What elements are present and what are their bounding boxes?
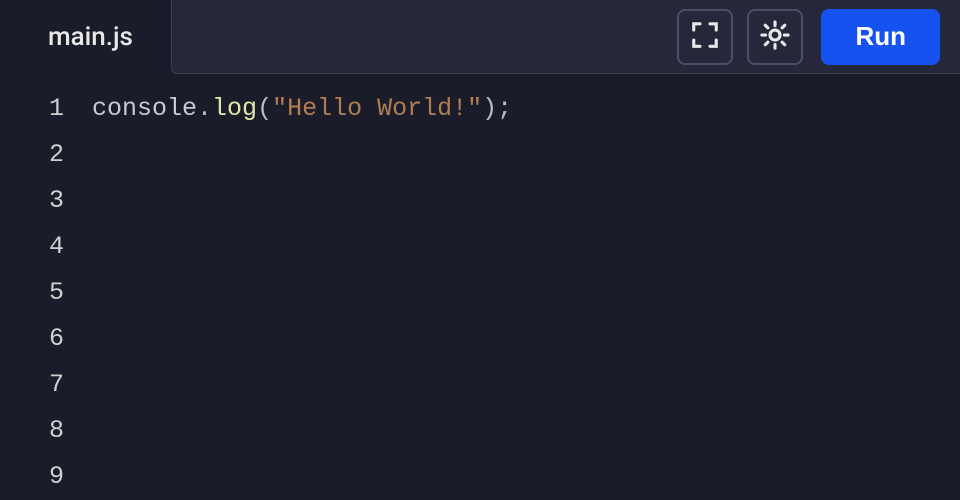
code-line[interactable] [92, 316, 960, 362]
code-line[interactable] [92, 178, 960, 224]
file-tab[interactable]: main.js [0, 0, 171, 74]
line-number: 5 [0, 270, 64, 316]
code-token: "Hello World!" [272, 94, 482, 123]
line-number: 4 [0, 224, 64, 270]
line-gutter: 123456789 [0, 86, 88, 500]
run-button[interactable]: Run [821, 9, 940, 65]
line-number: 3 [0, 178, 64, 224]
code-token: console [92, 94, 197, 123]
code-line[interactable] [92, 408, 960, 454]
fullscreen-button[interactable] [677, 9, 733, 65]
fullscreen-icon [690, 20, 720, 53]
code-token: ) [482, 94, 497, 123]
line-number: 9 [0, 454, 64, 500]
theme-button[interactable] [747, 9, 803, 65]
code-token: ( [257, 94, 272, 123]
code-line[interactable] [92, 270, 960, 316]
code-token: log [212, 94, 257, 123]
code-editor[interactable]: 123456789 console.log("Hello World!"); [0, 74, 960, 500]
run-button-label: Run [855, 21, 906, 51]
toolbar: Run [171, 0, 960, 74]
code-line[interactable] [92, 132, 960, 178]
code-area[interactable]: console.log("Hello World!"); [88, 86, 960, 500]
code-token: . [197, 94, 212, 123]
code-line[interactable] [92, 454, 960, 500]
line-number: 6 [0, 316, 64, 362]
code-token: ; [497, 94, 512, 123]
code-line[interactable] [92, 224, 960, 270]
file-tab-label: main.js [48, 22, 133, 52]
line-number: 2 [0, 132, 64, 178]
code-line[interactable]: console.log("Hello World!"); [92, 86, 960, 132]
line-number: 1 [0, 86, 64, 132]
line-number: 8 [0, 408, 64, 454]
code-line[interactable] [92, 362, 960, 408]
sun-icon [760, 20, 790, 53]
header: main.js [0, 0, 960, 74]
line-number: 7 [0, 362, 64, 408]
